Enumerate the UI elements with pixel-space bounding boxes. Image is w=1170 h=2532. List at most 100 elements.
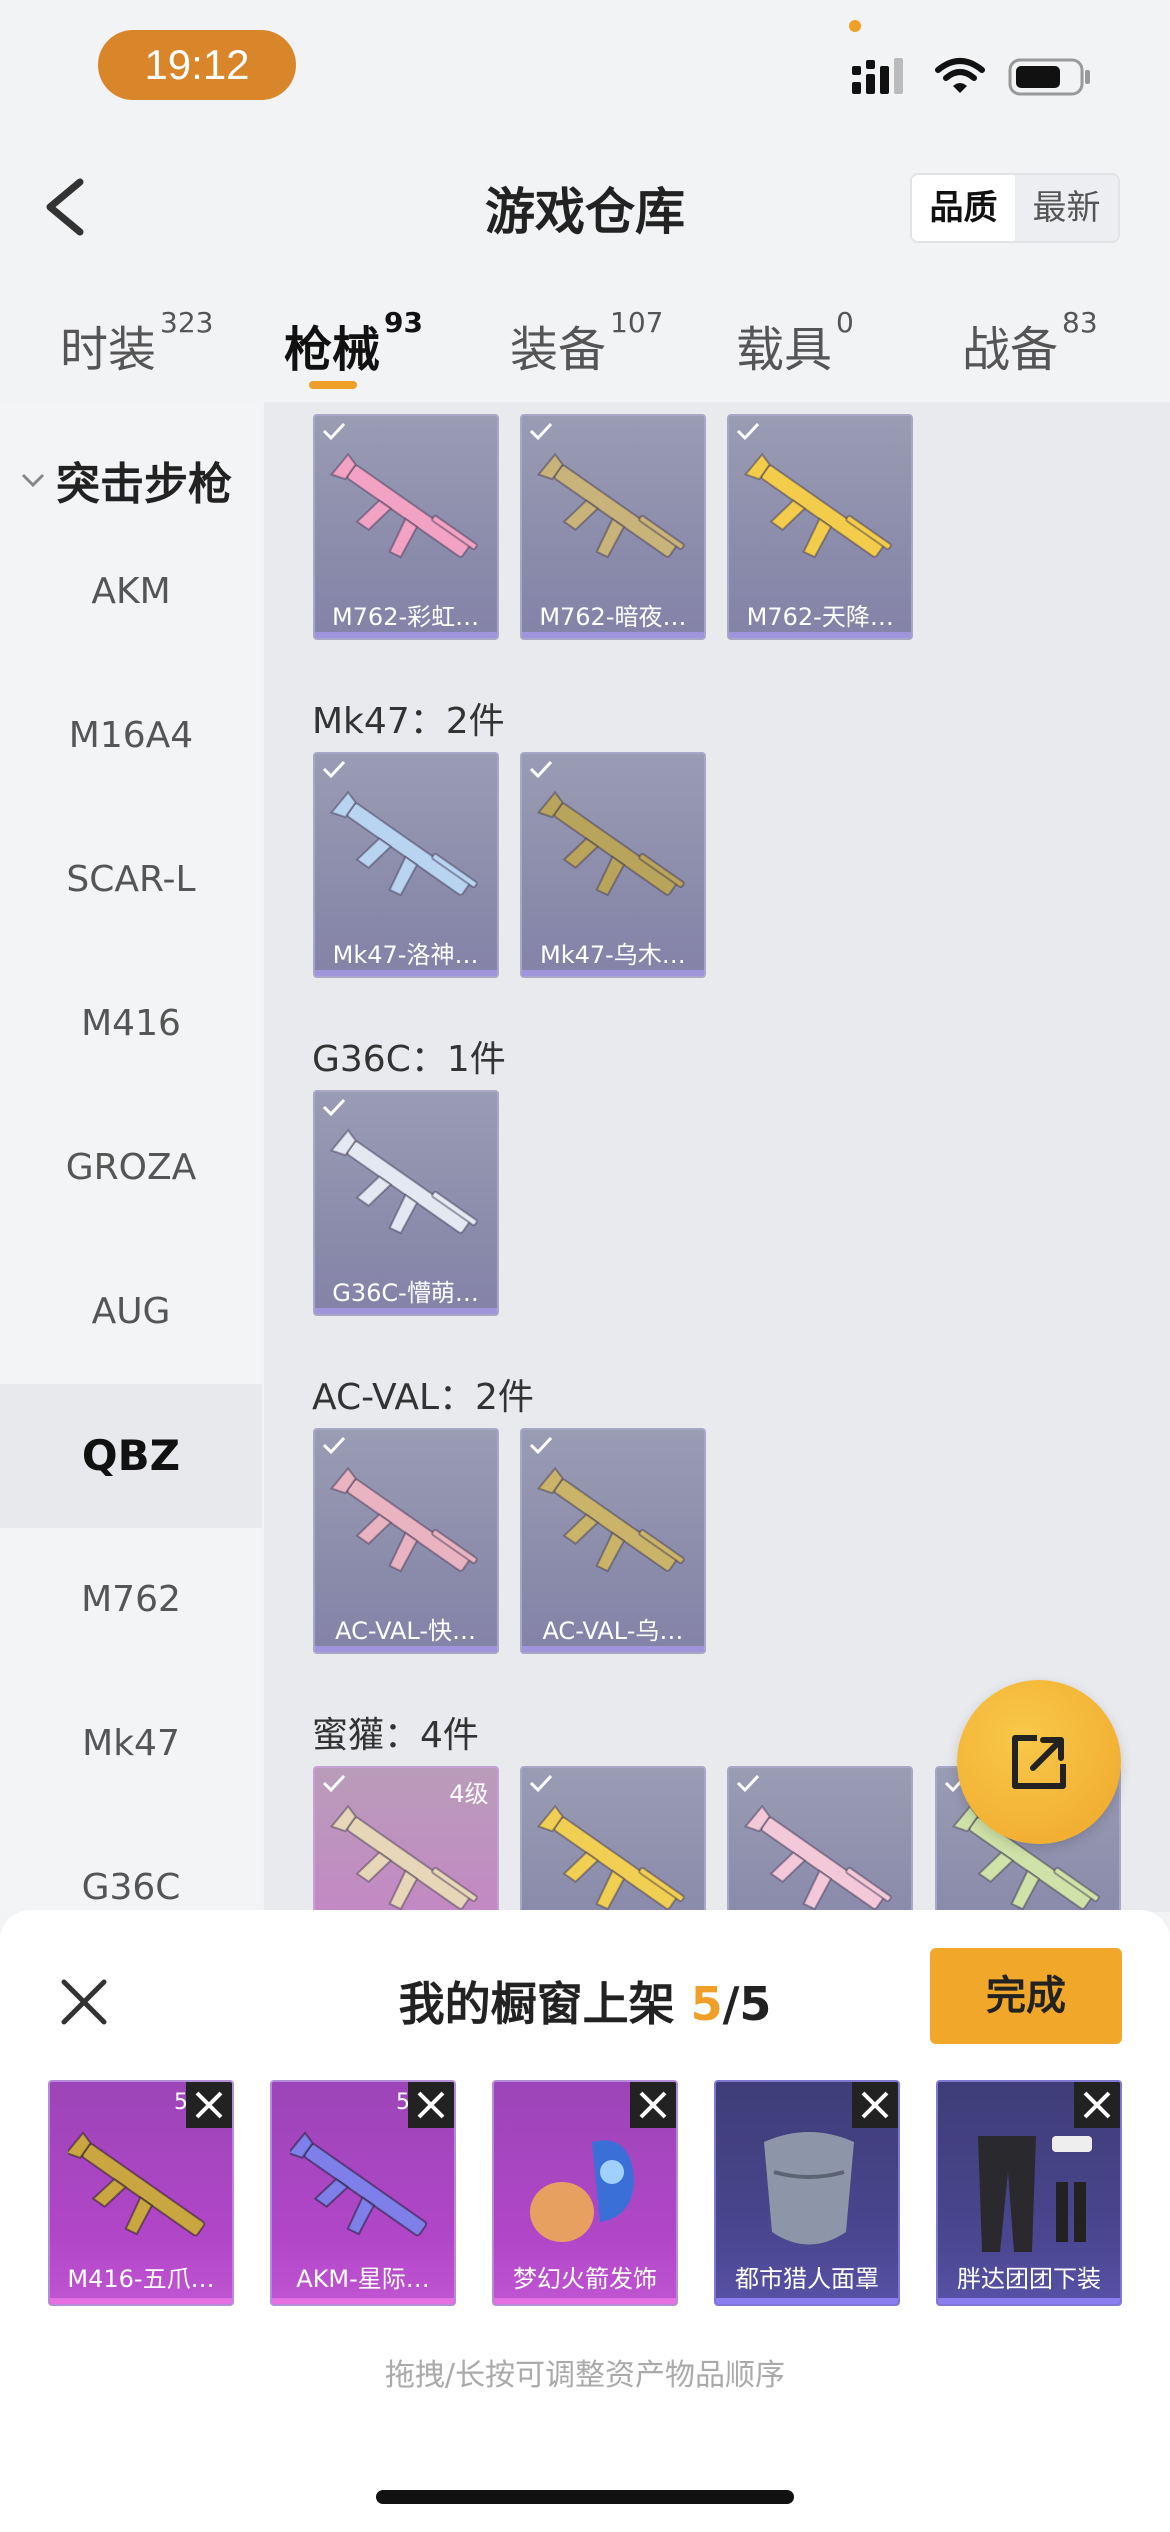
showcase-item-name: 都市猎人面罩 xyxy=(735,2265,879,2293)
sort-option-newest[interactable]: 最新 xyxy=(1015,175,1118,241)
weapon-skin-card[interactable]: AC-VAL-快… xyxy=(312,1428,499,1654)
remove-item-button[interactable] xyxy=(408,2082,454,2128)
rarity-bar xyxy=(314,1646,497,1652)
showcase-item[interactable]: 都市猎人面罩 xyxy=(714,2080,900,2306)
cellular-signal-icon xyxy=(852,58,903,94)
showcase-count: 5 xyxy=(690,1977,723,2031)
rarity-bar xyxy=(521,1646,704,1652)
rifle-icon xyxy=(329,790,478,897)
sidebar-item-aug[interactable]: AUG xyxy=(0,1240,262,1384)
tab-fashion[interactable]: 时装 323 xyxy=(60,306,213,380)
showcase-item[interactable]: 5 M416-五爪… xyxy=(48,2080,234,2306)
rarity-bar xyxy=(314,1308,497,1314)
done-button[interactable]: 完成 xyxy=(930,1948,1122,2044)
rifle-icon xyxy=(329,452,478,559)
active-tab-indicator xyxy=(309,381,357,389)
rifle-icon xyxy=(329,1804,478,1911)
weapon-skin-card[interactable]: M762-天降… xyxy=(727,414,914,640)
remove-item-button[interactable] xyxy=(630,2082,676,2128)
close-icon xyxy=(639,2091,667,2119)
weapon-skin-card[interactable]: 4级蜜獾-辉耀战甲 xyxy=(312,1766,499,1912)
weapon-group-label: 蜜獾：4件 xyxy=(312,1715,479,1756)
sidebar-item-mk47[interactable]: Mk47 xyxy=(0,1672,262,1816)
sidebar-item-qbz[interactable]: QBZ xyxy=(0,1384,262,1528)
sidebar-item-m16a4[interactable]: M16A4 xyxy=(0,664,262,808)
rarity-bar xyxy=(272,2298,454,2304)
weapon-skin-name: Mk47-洛神… xyxy=(332,941,479,969)
rarity-bar xyxy=(521,632,704,638)
check-icon xyxy=(322,1098,345,1117)
tab-count: 0 xyxy=(836,306,854,339)
sidebar-item-m416[interactable]: M416 xyxy=(0,952,262,1096)
showcase-item-name: AKM-星际… xyxy=(296,2265,430,2293)
rifle-icon xyxy=(68,2131,206,2237)
tab-count: 83 xyxy=(1062,306,1098,339)
sidebar-group-assault-rifles[interactable]: 突击步枪 xyxy=(20,448,232,512)
rarity-bar xyxy=(716,2298,898,2304)
tab-label: 时装 xyxy=(60,322,157,378)
tab-label: 载具 xyxy=(736,322,833,378)
weapon-skin-card[interactable]: Mk47-乌木… xyxy=(519,752,706,978)
sidebar-item-scar-l[interactable]: SCAR-L xyxy=(0,808,262,952)
status-time: 19:12 xyxy=(98,30,296,100)
weapon-type-sidebar: 突击步枪 AKM M16A4 SCAR-L M416 GROZA AUG QBZ… xyxy=(0,402,262,1912)
tab-vehicles[interactable]: 载具 0 xyxy=(736,306,854,380)
rarity-bar xyxy=(314,632,497,638)
weapon-skin-name: Mk47-乌木… xyxy=(540,941,686,969)
sort-option-quality[interactable]: 品质 xyxy=(912,175,1015,241)
tab-label: 枪械 xyxy=(284,322,381,378)
weapon-skin-card[interactable]: AC-VAL-乌… xyxy=(519,1428,706,1654)
showcase-item[interactable]: 5 AKM-星际… xyxy=(270,2080,456,2306)
privacy-indicator-dot xyxy=(849,20,861,32)
tab-supplies[interactable]: 战备 83 xyxy=(962,306,1098,380)
pants-icon xyxy=(978,2136,1092,2252)
rarity-bar xyxy=(938,2298,1120,2304)
check-icon xyxy=(737,422,760,441)
weapon-skin-card[interactable]: G36C-懵萌… xyxy=(312,1090,499,1316)
close-icon xyxy=(1083,2091,1111,2119)
check-icon xyxy=(322,760,345,779)
sort-toggle[interactable]: 品质 最新 xyxy=(910,173,1120,243)
tab-count: 107 xyxy=(610,306,664,339)
home-indicator[interactable] xyxy=(376,2490,794,2504)
remove-item-button[interactable] xyxy=(1074,2082,1120,2128)
showcase-item[interactable]: 胖达团团下装 xyxy=(936,2080,1122,2306)
tab-count: 323 xyxy=(160,306,214,339)
sidebar-item-g36c[interactable]: G36C xyxy=(0,1816,262,1912)
remove-item-button[interactable] xyxy=(186,2082,232,2128)
rifle-icon xyxy=(536,1804,685,1911)
tab-equipment[interactable]: 装备 107 xyxy=(510,306,663,380)
sidebar-item-m762[interactable]: M762 xyxy=(0,1528,262,1672)
showcase-item-name: 胖达团团下装 xyxy=(957,2265,1101,2293)
check-icon xyxy=(529,1774,553,1793)
weapon-skin-card[interactable]: M762-彩虹… xyxy=(312,414,499,640)
showcase-item[interactable]: 梦幻火箭发饰 xyxy=(492,2080,678,2306)
weapon-skin-card[interactable]: 蜜獾-娇憨猪猪 xyxy=(727,1766,914,1912)
rarity-bar xyxy=(314,970,497,976)
weapon-skin-card[interactable]: Mk47-洛神… xyxy=(312,752,499,978)
close-icon xyxy=(417,2091,445,2119)
tab-guns[interactable]: 枪械 93 xyxy=(284,306,423,380)
sidebar-item-groza[interactable]: GROZA xyxy=(0,1096,262,1240)
rifle-icon xyxy=(536,1466,685,1573)
weapon-skin-card[interactable]: 蜜獾-天降萌叽 xyxy=(519,1766,706,1912)
remove-item-button[interactable] xyxy=(852,2082,898,2128)
sidebar-item-akm[interactable]: AKM xyxy=(0,520,262,664)
check-icon xyxy=(529,1436,553,1455)
check-icon xyxy=(322,422,345,441)
tab-label: 战备 xyxy=(962,322,1059,378)
chevron-down-icon xyxy=(21,473,45,488)
weapon-group-label: AC-VAL：2件 xyxy=(312,1377,534,1418)
rarity-bar xyxy=(50,2298,232,2304)
weapon-group-label: Mk47：2件 xyxy=(312,701,505,742)
rifle-icon xyxy=(329,1466,478,1573)
check-icon xyxy=(737,1774,760,1793)
rifle-icon xyxy=(536,452,685,559)
rarity-bar xyxy=(494,2298,676,2304)
reorder-hint: 拖拽/长按可调整资产物品顺序 xyxy=(384,2358,786,2393)
showcase-title-text: 我的橱窗上架 xyxy=(398,1977,675,2031)
weapon-skin-card[interactable]: M762-暗夜… xyxy=(519,414,706,640)
share-button[interactable] xyxy=(957,1680,1121,1844)
check-icon xyxy=(322,1436,345,1455)
mask-icon xyxy=(764,2132,854,2245)
